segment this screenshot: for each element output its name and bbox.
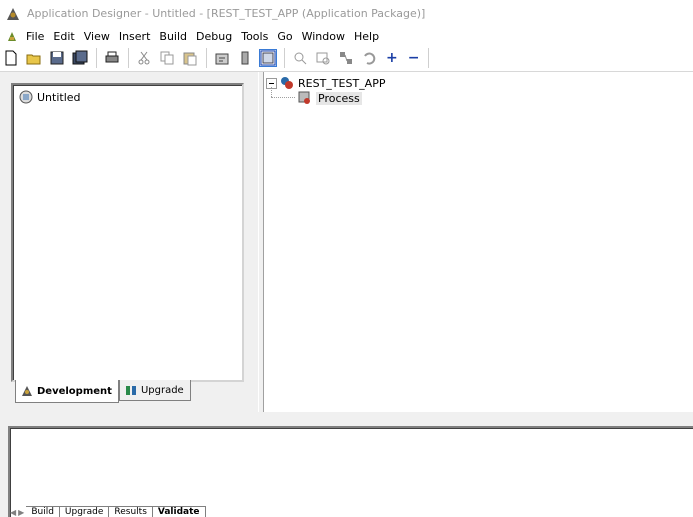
- horizontal-splitter[interactable]: [0, 412, 693, 426]
- menu-insert[interactable]: Insert: [116, 30, 157, 43]
- project-icon: [19, 90, 33, 104]
- output-window[interactable]: [8, 426, 693, 517]
- output-tabs: ◀ ▶ Build Upgrade Results Validate: [10, 506, 206, 517]
- document-window-icon[interactable]: [5, 29, 19, 43]
- app-package-editor: REST_TEST_APP Process: [264, 72, 693, 412]
- menu-go[interactable]: Go: [274, 30, 298, 43]
- project-tree[interactable]: Untitled: [11, 83, 244, 382]
- expand-all-button[interactable]: +: [386, 50, 398, 66]
- tree-connector: [271, 87, 272, 97]
- print-icon[interactable]: [104, 50, 120, 66]
- menu-bar: File Edit View Insert Build Debug Tools …: [0, 27, 693, 45]
- project-workspace: Untitled Development Upgrade: [0, 72, 258, 412]
- app-designer-icon: [7, 7, 19, 20]
- scroll-right-icon[interactable]: ▶: [18, 508, 24, 517]
- project-item-untitled[interactable]: Untitled: [19, 90, 81, 104]
- tree-root-node[interactable]: REST_TEST_APP: [266, 76, 385, 90]
- menu-help[interactable]: Help: [351, 30, 385, 43]
- cut-icon[interactable]: [136, 50, 152, 66]
- title-bar: Application Designer - Untitled - [REST_…: [0, 0, 693, 27]
- tree-child-label: Process: [316, 91, 362, 105]
- tab-upgrade[interactable]: Upgrade: [118, 380, 191, 401]
- paste-icon[interactable]: [182, 50, 198, 66]
- compare-icon[interactable]: [338, 50, 354, 66]
- copy-icon[interactable]: [159, 50, 175, 66]
- workspace-tabs: Development Upgrade: [15, 380, 191, 403]
- find-icon[interactable]: [237, 50, 253, 66]
- menu-edit[interactable]: Edit: [50, 30, 80, 43]
- output-tab-validate[interactable]: Validate: [152, 506, 206, 517]
- validate-icon[interactable]: [315, 50, 331, 66]
- toolbar: + −: [0, 45, 693, 72]
- class-icon: [298, 91, 310, 104]
- toolbar-separator: [428, 48, 430, 68]
- toolbar-separator: [128, 48, 129, 68]
- tab-label: Upgrade: [140, 384, 184, 396]
- menu-view[interactable]: View: [81, 30, 116, 43]
- tree-child-node[interactable]: Process: [298, 91, 362, 105]
- development-icon: [22, 386, 32, 396]
- project-workspace-icon[interactable]: [259, 49, 277, 67]
- app-package-icon: [281, 77, 293, 89]
- tree-connector: [271, 97, 295, 98]
- tree-root-label: REST_TEST_APP: [298, 76, 386, 90]
- output-tab-build[interactable]: Build: [26, 506, 60, 517]
- project-item-label: Untitled: [37, 90, 81, 104]
- save-icon[interactable]: [49, 50, 65, 66]
- tab-label: Development: [37, 385, 112, 397]
- properties-icon[interactable]: [214, 50, 230, 66]
- menu-file[interactable]: File: [23, 30, 50, 43]
- tab-development[interactable]: Development: [15, 380, 119, 403]
- new-icon[interactable]: [3, 50, 19, 66]
- collapse-all-button[interactable]: −: [408, 50, 420, 66]
- toolbar-separator: [206, 48, 207, 68]
- undo-icon[interactable]: [361, 50, 377, 66]
- window-title: Application Designer - Untitled - [REST_…: [27, 7, 426, 20]
- output-tab-upgrade[interactable]: Upgrade: [59, 506, 110, 517]
- upgrade-icon: [125, 386, 136, 395]
- scroll-left-icon[interactable]: ◀: [10, 508, 16, 517]
- toolbar-separator: [96, 48, 97, 68]
- toolbar-separator: [284, 48, 285, 68]
- menu-build[interactable]: Build: [156, 30, 193, 43]
- menu-tools[interactable]: Tools: [238, 30, 274, 43]
- open-icon[interactable]: [26, 50, 42, 66]
- menu-window[interactable]: Window: [299, 30, 351, 43]
- menu-debug[interactable]: Debug: [193, 30, 238, 43]
- save-all-icon[interactable]: [72, 50, 88, 66]
- find-definition-icon[interactable]: [292, 50, 308, 66]
- output-tab-results[interactable]: Results: [109, 506, 153, 517]
